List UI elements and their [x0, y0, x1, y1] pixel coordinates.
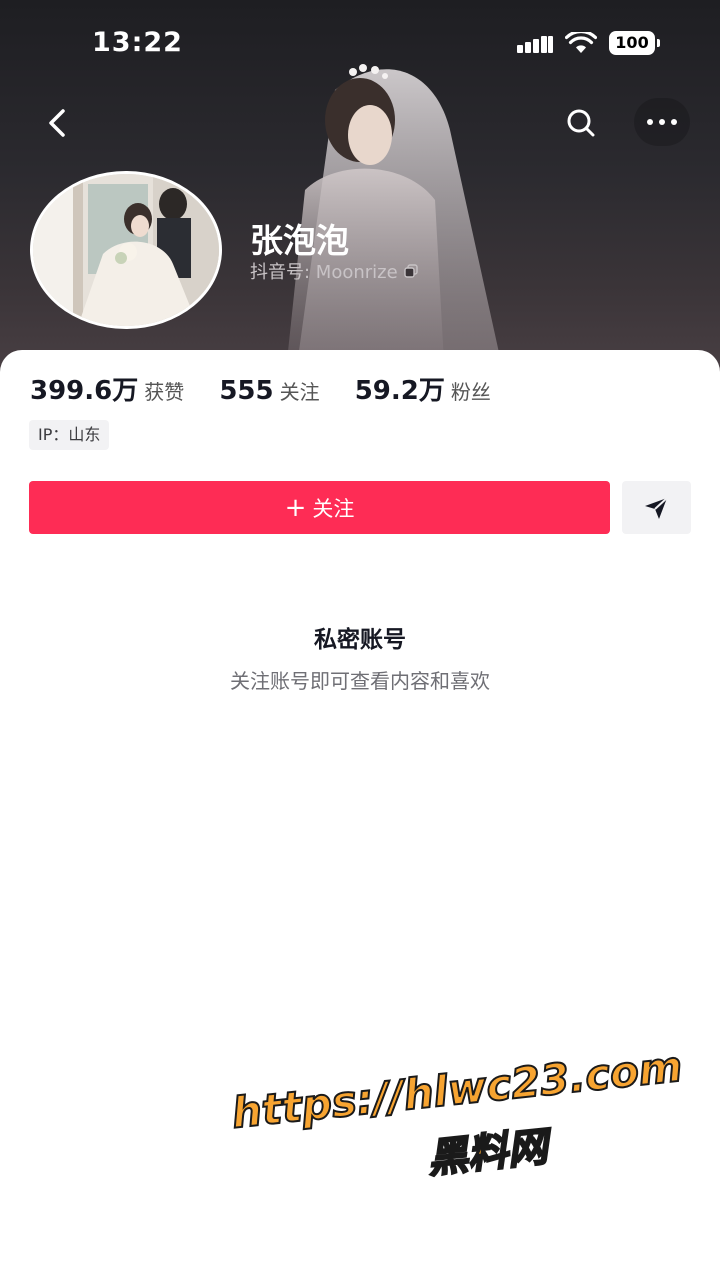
douyin-id-value: Moonrize [315, 262, 398, 283]
more-horizontal-icon[interactable] [634, 98, 690, 146]
avatar-image [33, 174, 219, 326]
status-time: 13:22 [92, 27, 183, 58]
search-icon[interactable] [559, 101, 603, 145]
plus-icon: + [284, 492, 307, 523]
stat-likes-label: 获赞 [144, 380, 185, 404]
cellular-signal-icon [517, 35, 553, 53]
follow-button[interactable]: + 关注 [29, 481, 610, 534]
private-account-subtitle: 关注账号即可查看内容和喜欢 [230, 669, 490, 693]
profile-header-banner: 13:22 100 张泡泡 抖音号: Moonrize [0, 0, 720, 380]
profile-stats: 399.6万 获赞 555 关注 59.2万 粉丝 [30, 370, 521, 410]
follow-button-label: 关注 [312, 496, 355, 521]
stat-likes-value: 399.6万 [30, 376, 139, 406]
douyin-id[interactable]: 抖音号: Moonrize [250, 258, 418, 284]
send-message-button[interactable] [622, 481, 691, 534]
stat-following[interactable]: 555 关注 [219, 376, 319, 406]
send-icon [645, 497, 668, 519]
stat-followers-label: 粉丝 [450, 380, 491, 404]
ip-location-badge: IP：山东 [29, 420, 110, 450]
battery-indicator: 100 [609, 31, 660, 55]
stat-following-label: 关注 [279, 380, 320, 404]
wifi-icon [565, 32, 597, 53]
profile-nickname: 张泡泡 [250, 221, 349, 260]
avatar[interactable] [30, 171, 222, 329]
stat-following-value: 555 [219, 376, 274, 406]
watermark-text: 黑料网 [425, 1123, 551, 1183]
private-account-title: 私密账号 [314, 627, 406, 653]
status-bar: 13:22 100 [0, 0, 720, 88]
douyin-id-label: 抖音号: [250, 262, 316, 283]
chevron-left-icon[interactable] [38, 103, 78, 143]
stat-followers-value: 59.2万 [354, 376, 445, 406]
stat-followers[interactable]: 59.2万 粉丝 [355, 370, 491, 407]
copy-icon[interactable] [403, 264, 418, 278]
stat-likes[interactable]: 399.6万 获赞 [30, 370, 184, 407]
